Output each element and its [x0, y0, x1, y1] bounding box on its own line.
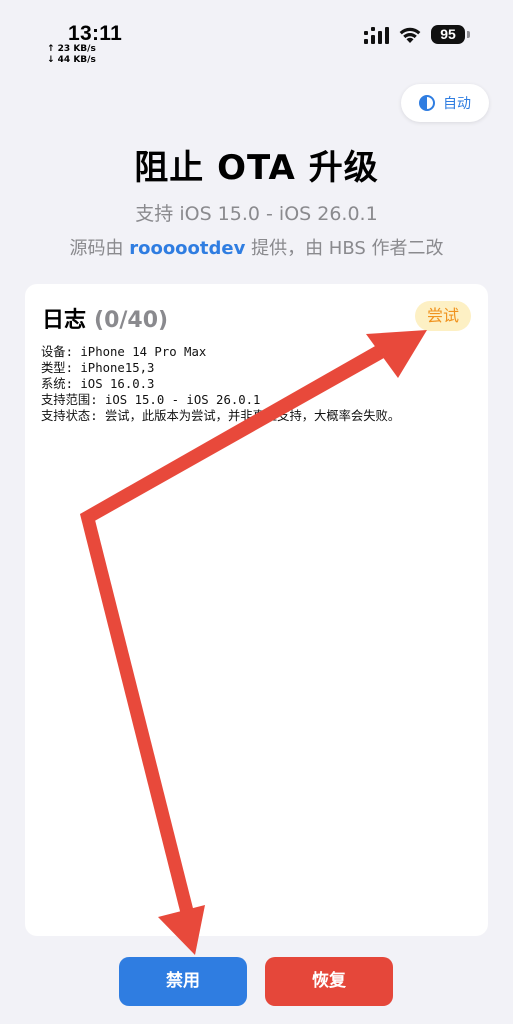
wifi-icon	[399, 27, 421, 43]
upload-speed: ↑ 23 KB/s	[47, 44, 96, 54]
page-title: 阻止 OTA 升级	[134, 148, 379, 188]
battery-nub	[467, 31, 470, 38]
log-output: 设备: iPhone 14 Pro Max 类型: iPhone15,3 系统: i…	[41, 344, 400, 424]
credit-suffix: 提供，由 HBS 作者二改	[245, 238, 444, 259]
status-badge: 尝试	[415, 301, 471, 331]
log-line-system: 系统: iOS 16.0.3	[41, 377, 155, 391]
log-count: (0/40)	[94, 308, 169, 333]
half-circle-contrast-icon	[419, 95, 435, 111]
log-line-support-range: 支持范围: iOS 15.0 - iOS 26.0.1	[41, 393, 261, 407]
theme-toggle-label: 自动	[443, 96, 471, 112]
restore-button[interactable]: 恢复	[265, 957, 393, 1006]
log-line-support-status: 支持状态: 尝试，此版本为尝试，并非真正支持，大概率会失败。	[41, 409, 401, 423]
disable-button[interactable]: 禁用	[119, 957, 247, 1006]
credit-prefix: 源码由	[69, 238, 130, 259]
credit-line: 源码由 roooootdev 提供，由 HBS 作者二改	[0, 234, 513, 260]
log-card: 日志 (0/40) 尝试 设备: iPhone 14 Pro Max 类型: iPh…	[25, 284, 488, 936]
status-time: 13:11	[68, 22, 123, 45]
log-title-label: 日志	[42, 308, 87, 333]
log-line-device: 设备: iPhone 14 Pro Max	[41, 345, 207, 359]
log-title: 日志 (0/40)	[42, 302, 168, 334]
supported-versions-subtitle: 支持 iOS 15.0 - iOS 26.0.1	[135, 203, 378, 225]
cellular-signal-icon	[364, 27, 389, 44]
theme-toggle-button[interactable]: 自动	[401, 84, 489, 122]
credit-author-link[interactable]: roooootdev	[129, 238, 245, 259]
battery-icon: 95	[431, 25, 465, 44]
download-speed: ↓ 44 KB/s	[47, 55, 96, 65]
log-line-model: 类型: iPhone15,3	[41, 361, 155, 375]
